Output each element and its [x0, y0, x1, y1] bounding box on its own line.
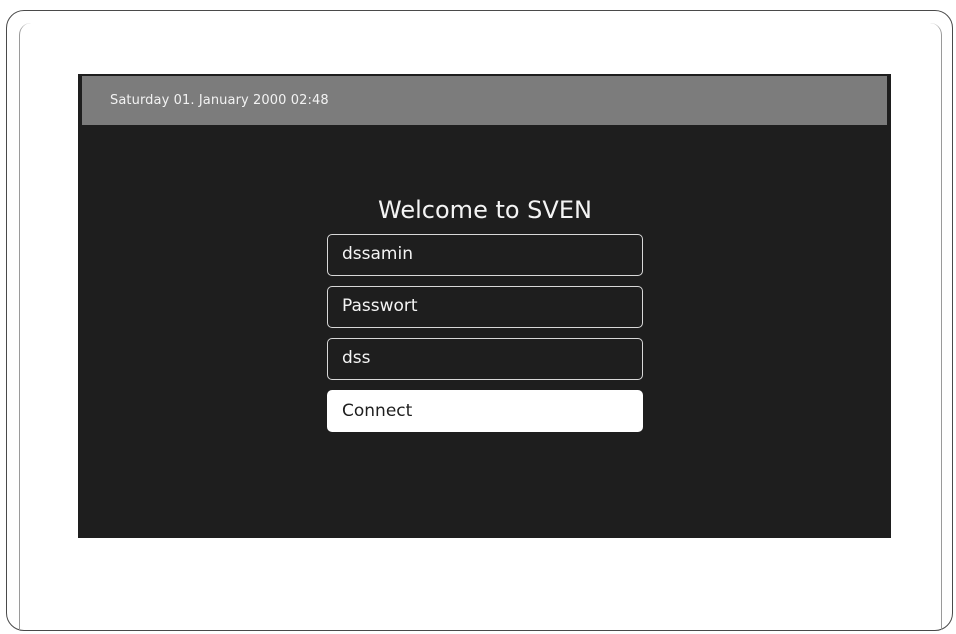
login-panel: Welcome to SVEN dssamin Passwort dss Con… [327, 192, 643, 432]
server-field[interactable]: dss [327, 338, 643, 380]
username-field[interactable]: dssamin [327, 234, 643, 276]
status-datetime: Saturday 01. January 2000 02:48 [110, 93, 329, 108]
status-bar: Saturday 01. January 2000 02:48 [82, 76, 887, 125]
connect-button[interactable]: Connect [327, 390, 643, 432]
password-field[interactable]: Passwort [327, 286, 643, 328]
welcome-title: Welcome to SVEN [378, 196, 592, 224]
device-screen: Saturday 01. January 2000 02:48 Welcome … [78, 74, 891, 538]
